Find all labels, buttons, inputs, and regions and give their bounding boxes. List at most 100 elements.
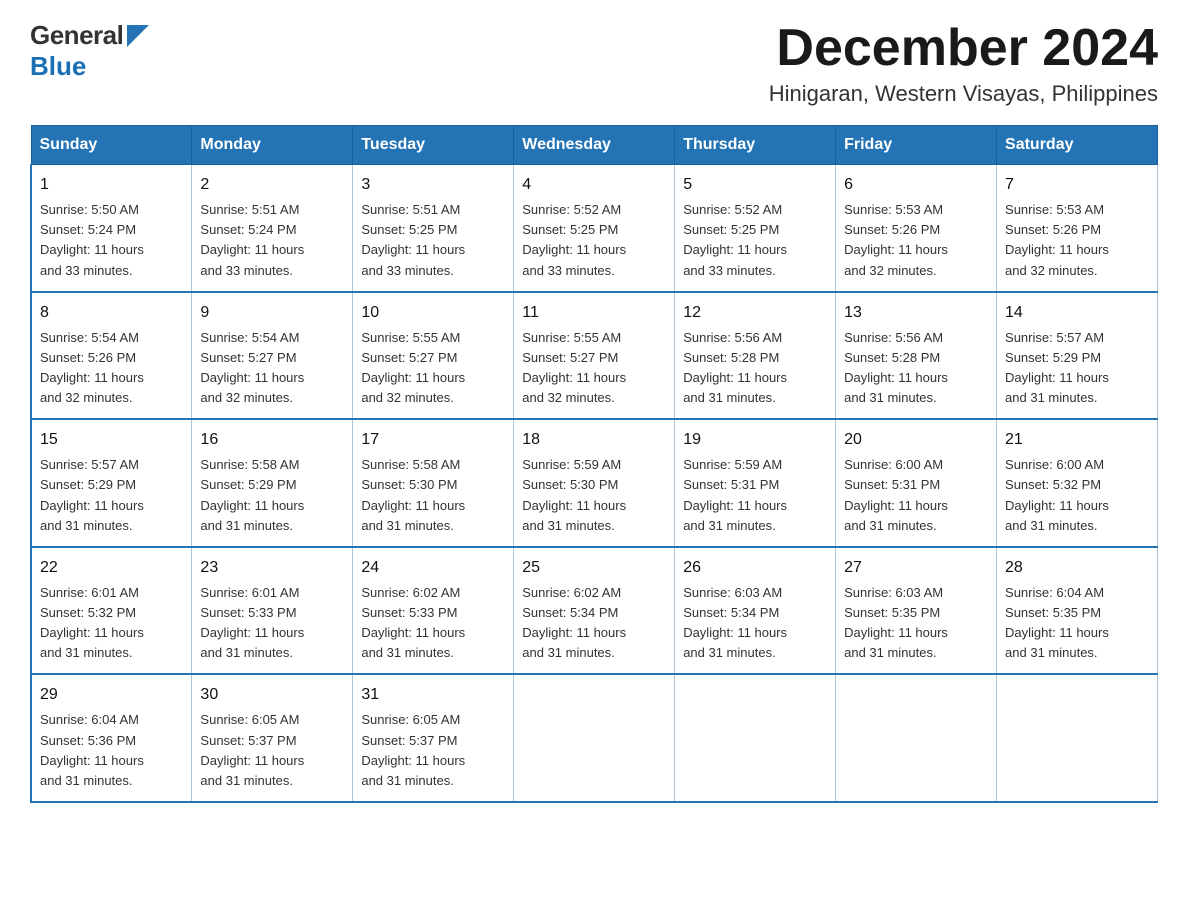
calendar-day-cell: 26 Sunrise: 6:03 AMSunset: 5:34 PMDayligh… (675, 547, 836, 675)
day-info: Sunrise: 5:56 AMSunset: 5:28 PMDaylight:… (683, 328, 827, 409)
day-info: Sunrise: 6:03 AMSunset: 5:35 PMDaylight:… (844, 583, 988, 664)
day-info: Sunrise: 5:56 AMSunset: 5:28 PMDaylight:… (844, 328, 988, 409)
calendar-day-cell: 15 Sunrise: 5:57 AMSunset: 5:29 PMDayligh… (31, 419, 192, 547)
calendar-week-row: 1 Sunrise: 5:50 AMSunset: 5:24 PMDaylight… (31, 165, 1158, 292)
calendar-week-row: 29 Sunrise: 6:04 AMSunset: 5:36 PMDayligh… (31, 674, 1158, 802)
header-thursday: Thursday (675, 126, 836, 165)
day-number: 3 (361, 173, 505, 197)
day-info: Sunrise: 5:55 AMSunset: 5:27 PMDaylight:… (361, 328, 505, 409)
day-info: Sunrise: 5:55 AMSunset: 5:27 PMDaylight:… (522, 328, 666, 409)
calendar-day-cell: 23Sunrise: 6:01 AMSunset: 5:33 PMDayligh… (192, 547, 353, 675)
calendar-body: 1 Sunrise: 5:50 AMSunset: 5:24 PMDaylight… (31, 165, 1158, 802)
day-number: 11 (522, 301, 666, 325)
day-number: 27 (844, 556, 988, 580)
day-number: 2 (200, 173, 344, 197)
month-title: December 2024 (769, 20, 1158, 77)
calendar-day-cell: 12 Sunrise: 5:56 AMSunset: 5:28 PMDayligh… (675, 292, 836, 420)
logo-general-text: General (30, 20, 123, 51)
day-info: Sunrise: 6:05 AMSunset: 5:37 PMDaylight:… (361, 710, 505, 791)
day-info: Sunrise: 6:00 AMSunset: 5:32 PMDaylight:… (1005, 455, 1149, 536)
calendar-day-cell: 3Sunrise: 5:51 AMSunset: 5:25 PMDaylight… (353, 165, 514, 292)
day-info: Sunrise: 6:05 AMSunset: 5:37 PMDaylight:… (200, 710, 344, 791)
calendar-day-cell: 20Sunrise: 6:00 AMSunset: 5:31 PMDayligh… (836, 419, 997, 547)
day-number: 6 (844, 173, 988, 197)
day-number: 15 (40, 428, 183, 452)
calendar-day-cell: 1 Sunrise: 5:50 AMSunset: 5:24 PMDaylight… (31, 165, 192, 292)
day-info: Sunrise: 6:04 AMSunset: 5:35 PMDaylight:… (1005, 583, 1149, 664)
day-info: Sunrise: 6:02 AMSunset: 5:34 PMDaylight:… (522, 583, 666, 664)
calendar-day-cell: 10Sunrise: 5:55 AMSunset: 5:27 PMDayligh… (353, 292, 514, 420)
calendar-day-cell: 11 Sunrise: 5:55 AMSunset: 5:27 PMDayligh… (514, 292, 675, 420)
calendar-day-cell: 5 Sunrise: 5:52 AMSunset: 5:25 PMDaylight… (675, 165, 836, 292)
day-number: 16 (200, 428, 344, 452)
logo-triangle-icon (127, 25, 149, 47)
calendar-day-cell: 24 Sunrise: 6:02 AMSunset: 5:33 PMDayligh… (353, 547, 514, 675)
day-info: Sunrise: 6:02 AMSunset: 5:33 PMDaylight:… (361, 583, 505, 664)
header-saturday: Saturday (997, 126, 1158, 165)
day-info: Sunrise: 5:58 AMSunset: 5:30 PMDaylight:… (361, 455, 505, 536)
location-subtitle: Hinigaran, Western Visayas, Philippines (769, 81, 1158, 107)
day-info: Sunrise: 5:53 AMSunset: 5:26 PMDaylight:… (1005, 200, 1149, 281)
calendar-week-row: 22Sunrise: 6:01 AMSunset: 5:32 PMDayligh… (31, 547, 1158, 675)
calendar-day-cell (675, 674, 836, 802)
calendar-day-cell: 31 Sunrise: 6:05 AMSunset: 5:37 PMDayligh… (353, 674, 514, 802)
header-friday: Friday (836, 126, 997, 165)
day-number: 7 (1005, 173, 1149, 197)
calendar-week-row: 15 Sunrise: 5:57 AMSunset: 5:29 PMDayligh… (31, 419, 1158, 547)
calendar-day-cell (836, 674, 997, 802)
calendar-day-cell: 4 Sunrise: 5:52 AMSunset: 5:25 PMDaylight… (514, 165, 675, 292)
day-number: 23 (200, 556, 344, 580)
calendar-day-cell: 29 Sunrise: 6:04 AMSunset: 5:36 PMDayligh… (31, 674, 192, 802)
day-info: Sunrise: 5:53 AMSunset: 5:26 PMDaylight:… (844, 200, 988, 281)
logo: General Blue (30, 20, 149, 82)
day-info: Sunrise: 5:51 AMSunset: 5:24 PMDaylight:… (200, 200, 344, 281)
day-number: 24 (361, 556, 505, 580)
day-number: 31 (361, 683, 505, 707)
logo-blue-text: Blue (30, 51, 86, 82)
day-number: 13 (844, 301, 988, 325)
day-number: 12 (683, 301, 827, 325)
header-monday: Monday (192, 126, 353, 165)
calendar-header: Sunday Monday Tuesday Wednesday Thursday… (31, 126, 1158, 165)
day-info: Sunrise: 5:58 AMSunset: 5:29 PMDaylight:… (200, 455, 344, 536)
calendar-day-cell (514, 674, 675, 802)
calendar-day-cell: 8Sunrise: 5:54 AMSunset: 5:26 PMDaylight… (31, 292, 192, 420)
day-number: 1 (40, 173, 183, 197)
day-number: 5 (683, 173, 827, 197)
title-block: December 2024 Hinigaran, Western Visayas… (769, 20, 1158, 107)
day-number: 8 (40, 301, 183, 325)
day-info: Sunrise: 6:00 AMSunset: 5:31 PMDaylight:… (844, 455, 988, 536)
day-info: Sunrise: 6:04 AMSunset: 5:36 PMDaylight:… (40, 710, 183, 791)
day-info: Sunrise: 5:57 AMSunset: 5:29 PMDaylight:… (1005, 328, 1149, 409)
calendar-day-cell: 14Sunrise: 5:57 AMSunset: 5:29 PMDayligh… (997, 292, 1158, 420)
day-info: Sunrise: 5:54 AMSunset: 5:27 PMDaylight:… (200, 328, 344, 409)
day-info: Sunrise: 5:52 AMSunset: 5:25 PMDaylight:… (522, 200, 666, 281)
day-info: Sunrise: 6:03 AMSunset: 5:34 PMDaylight:… (683, 583, 827, 664)
calendar-day-cell: 28 Sunrise: 6:04 AMSunset: 5:35 PMDayligh… (997, 547, 1158, 675)
day-number: 29 (40, 683, 183, 707)
day-number: 30 (200, 683, 344, 707)
page-header: General Blue December 2024 Hinigaran, We… (30, 20, 1158, 107)
calendar-day-cell: 9Sunrise: 5:54 AMSunset: 5:27 PMDaylight… (192, 292, 353, 420)
calendar-week-row: 8Sunrise: 5:54 AMSunset: 5:26 PMDaylight… (31, 292, 1158, 420)
calendar-day-cell: 17Sunrise: 5:58 AMSunset: 5:30 PMDayligh… (353, 419, 514, 547)
day-info: Sunrise: 5:52 AMSunset: 5:25 PMDaylight:… (683, 200, 827, 281)
day-number: 18 (522, 428, 666, 452)
day-number: 21 (1005, 428, 1149, 452)
day-number: 19 (683, 428, 827, 452)
day-number: 26 (683, 556, 827, 580)
calendar-day-cell: 25 Sunrise: 6:02 AMSunset: 5:34 PMDayligh… (514, 547, 675, 675)
day-info: Sunrise: 5:50 AMSunset: 5:24 PMDaylight:… (40, 200, 183, 281)
header-wednesday: Wednesday (514, 126, 675, 165)
header-row: Sunday Monday Tuesday Wednesday Thursday… (31, 126, 1158, 165)
day-number: 28 (1005, 556, 1149, 580)
calendar-day-cell: 19Sunrise: 5:59 AMSunset: 5:31 PMDayligh… (675, 419, 836, 547)
day-number: 4 (522, 173, 666, 197)
calendar-day-cell: 6 Sunrise: 5:53 AMSunset: 5:26 PMDaylight… (836, 165, 997, 292)
header-sunday: Sunday (31, 126, 192, 165)
day-info: Sunrise: 6:01 AMSunset: 5:32 PMDaylight:… (40, 583, 183, 664)
calendar-day-cell: 7 Sunrise: 5:53 AMSunset: 5:26 PMDaylight… (997, 165, 1158, 292)
day-info: Sunrise: 5:57 AMSunset: 5:29 PMDaylight:… (40, 455, 183, 536)
calendar-day-cell: 13 Sunrise: 5:56 AMSunset: 5:28 PMDayligh… (836, 292, 997, 420)
day-number: 25 (522, 556, 666, 580)
